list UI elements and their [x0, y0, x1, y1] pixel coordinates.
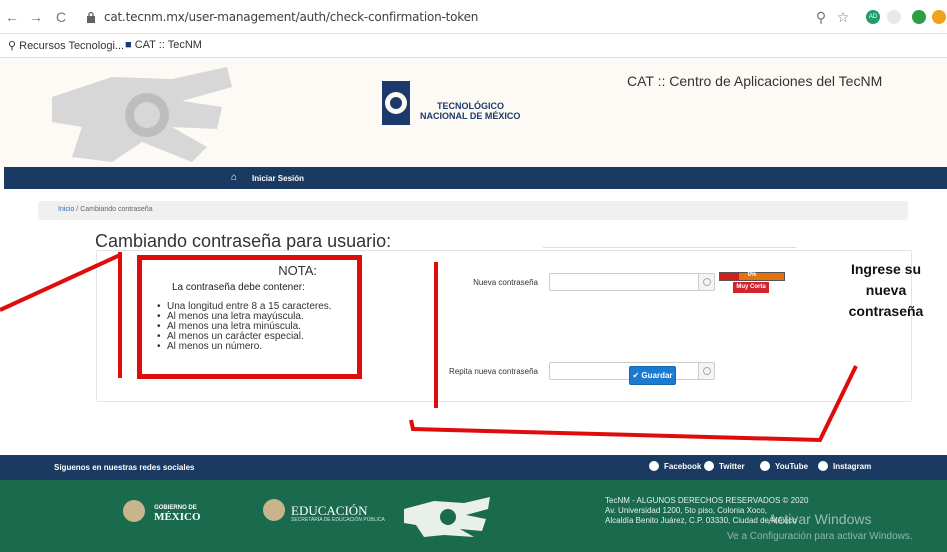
- seal-icon: [123, 500, 145, 522]
- gobierno-mexico-logo: GOBIERNO DE MÉXICO: [123, 500, 201, 523]
- windows-activation-subtitle: Ve a Configuración para activar Windows.: [727, 531, 913, 542]
- brave-icon[interactable]: [932, 10, 946, 24]
- show-repeat-password-icon[interactable]: [698, 362, 715, 380]
- extension-icon[interactable]: AD: [866, 10, 880, 24]
- instagram-icon: [818, 461, 828, 471]
- tecnm-favicon-icon: ■: [125, 39, 135, 51]
- password-rules-list: Una longitud entre 8 a 15 caracteres. Al…: [157, 302, 332, 353]
- show-password-icon[interactable]: [698, 273, 715, 291]
- form-divider: [543, 247, 796, 248]
- seal-icon: [263, 499, 285, 521]
- nota-box: NOTA: La contraseña debe contener: Una l…: [137, 255, 362, 379]
- page-title: Cambiando contraseña para usuario:: [95, 231, 392, 251]
- app-title: CAT :: Centro de Aplicaciones del TecNM: [627, 73, 883, 89]
- rule-item: Al menos un número.: [157, 342, 332, 353]
- social-bar: Síguenos en nuestras redes sociales Face…: [0, 455, 947, 480]
- home-icon[interactable]: ⌂: [231, 172, 237, 183]
- instagram-link[interactable]: Instagram: [818, 461, 871, 471]
- breadcrumb-home-link[interactable]: Inicio: [58, 206, 74, 213]
- annotation-callout: Ingrese su nueva contraseña: [848, 261, 924, 319]
- tecnm-logo-text: TECNOLÓGICO NACIONAL DE MÉXICO: [420, 101, 521, 121]
- bookmarks-bar: ⚲ Recursos Tecnologi... ■ CAT :: TecNM: [0, 34, 947, 58]
- new-password-label: Nueva contraseña: [473, 278, 538, 287]
- back-arrow-icon[interactable]: ←: [4, 9, 20, 25]
- reload-icon[interactable]: C: [53, 9, 69, 25]
- tecnm-watermark-logo: [52, 67, 232, 162]
- tecnm-footer-logo: [404, 497, 490, 537]
- save-button[interactable]: ✔ Guardar: [629, 366, 676, 385]
- login-link[interactable]: Iniciar Sesión: [252, 174, 304, 183]
- main-navbar: ⌂ Iniciar Sesión: [4, 167, 947, 189]
- youtube-icon: [760, 461, 770, 471]
- site-header: TECNOLÓGICO NACIONAL DE MÉXICO CAT :: Ce…: [0, 59, 947, 167]
- breadcrumb-current: Cambiando contraseña: [80, 206, 153, 213]
- bookmark-icon: ⚲: [8, 40, 20, 52]
- strength-label: Muy Corta: [733, 282, 769, 293]
- facebook-link[interactable]: Facebook: [649, 461, 701, 471]
- password-strength-bar: 0%: [719, 272, 785, 281]
- breadcrumb-separator: /: [76, 206, 79, 213]
- twitter-link[interactable]: Twitter: [704, 461, 745, 471]
- breadcrumb: Inicio / Cambiando contraseña: [38, 201, 908, 220]
- drive-icon[interactable]: [887, 10, 901, 24]
- windows-activation-title: Activar Windows: [768, 511, 872, 527]
- youtube-link[interactable]: YouTube: [760, 461, 808, 471]
- zoom-icon[interactable]: ⚲: [813, 9, 829, 25]
- twitter-icon: [704, 461, 714, 471]
- strength-percent: 0%: [747, 272, 757, 278]
- facebook-icon: [649, 461, 659, 471]
- nota-title: NOTA:: [278, 263, 317, 278]
- forward-arrow-icon[interactable]: →: [28, 9, 44, 25]
- lock-icon: [87, 11, 95, 23]
- shield-check-icon[interactable]: [912, 10, 926, 24]
- url-text: cat.tecnm.mx/user-management/auth/check-…: [104, 10, 479, 24]
- educacion-subtitle: SECRETARÍA DE EDUCACIÓN PÚBLICA: [291, 517, 385, 523]
- site-footer: GOBIERNO DE MÉXICO EDUCACIÓN SECRETARÍA …: [0, 480, 947, 552]
- tecnm-gear-logo: [382, 81, 410, 125]
- bookmark-cat[interactable]: ■ CAT :: TecNM: [125, 39, 202, 51]
- nota-subtitle: La contraseña debe contener:: [172, 282, 305, 293]
- browser-toolbar: ← → C cat.tecnm.mx/user-management/auth/…: [0, 0, 947, 34]
- bookmark-recursos[interactable]: ⚲ Recursos Tecnologi...: [8, 39, 124, 52]
- social-prompt: Síguenos en nuestras redes sociales: [54, 463, 195, 472]
- repeat-password-label: Repita nueva contraseña: [449, 367, 538, 376]
- new-password-field[interactable]: [549, 273, 712, 291]
- star-icon[interactable]: ☆: [835, 9, 851, 25]
